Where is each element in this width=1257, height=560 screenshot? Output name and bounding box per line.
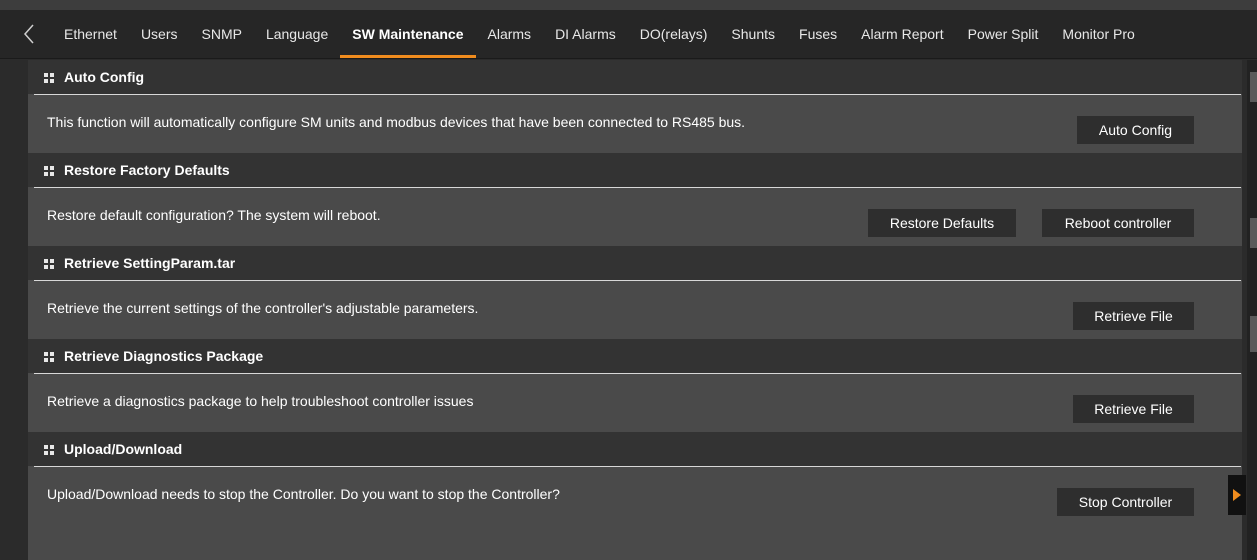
tab-users[interactable]: Users: [129, 10, 190, 58]
tab-monitor-pro[interactable]: Monitor Pro: [1050, 10, 1146, 58]
maintenance-panel: Auto Config This function will automatic…: [28, 60, 1242, 560]
reboot-controller-button[interactable]: Reboot controller: [1042, 209, 1194, 237]
restore-defaults-button[interactable]: Restore Defaults: [868, 209, 1016, 237]
tab-fuses[interactable]: Fuses: [787, 10, 849, 58]
tab-ethernet[interactable]: Ethernet: [52, 10, 129, 58]
grip-icon: [44, 444, 54, 455]
tab-language[interactable]: Language: [254, 10, 340, 58]
tab-snmp[interactable]: SNMP: [190, 10, 254, 58]
section-header: Auto Config: [28, 60, 1242, 94]
section-header: Retrieve Diagnostics Package: [28, 339, 1242, 373]
section-body: Upload/Download needs to stop the Contro…: [34, 466, 1241, 525]
section-header: Upload/Download: [28, 432, 1242, 466]
section-title: Auto Config: [64, 69, 145, 85]
grip-icon: [44, 165, 54, 176]
section-title: Retrieve Diagnostics Package: [64, 348, 264, 364]
retrieve-diagnostics-button[interactable]: Retrieve File: [1073, 395, 1194, 423]
section-description: Restore default configuration? The syste…: [47, 207, 381, 223]
section-body: Retrieve a diagnostics package to help t…: [34, 373, 1241, 432]
section-auto-config: Auto Config This function will automatic…: [28, 60, 1242, 153]
section-description: Retrieve the current settings of the con…: [47, 300, 479, 316]
section-header: Retrieve SettingParam.tar: [28, 246, 1242, 280]
section-retrieve-diagnostics: Retrieve Diagnostics Package Retrieve a …: [28, 339, 1242, 432]
grip-icon: [44, 72, 54, 83]
grip-icon: [44, 258, 54, 269]
section-title: Retrieve SettingParam.tar: [64, 255, 236, 271]
auto-config-button[interactable]: Auto Config: [1077, 116, 1194, 144]
section-description: Retrieve a diagnostics package to help t…: [47, 393, 474, 409]
rail-block: [1250, 72, 1257, 102]
tab-shunts[interactable]: Shunts: [719, 10, 787, 58]
rail-block: [1250, 218, 1257, 248]
tab-sw-maintenance[interactable]: SW Maintenance: [340, 10, 476, 58]
top-strip: [0, 0, 1257, 10]
retrieve-settings-button[interactable]: Retrieve File: [1073, 302, 1194, 330]
stop-controller-button[interactable]: Stop Controller: [1057, 488, 1194, 516]
section-body: This function will automatically configu…: [34, 94, 1241, 153]
section-restore-defaults: Restore Factory Defaults Restore default…: [28, 153, 1242, 246]
section-retrieve-settings: Retrieve SettingParam.tar Retrieve the c…: [28, 246, 1242, 339]
triangle-right-icon[interactable]: [1228, 475, 1246, 515]
section-title: Restore Factory Defaults: [64, 162, 230, 178]
tab-alarms[interactable]: Alarms: [476, 10, 544, 58]
section-body: Retrieve the current settings of the con…: [34, 280, 1241, 339]
tab-bar: Ethernet Users SNMP Language SW Maintena…: [0, 10, 1257, 59]
tab-list: Ethernet Users SNMP Language SW Maintena…: [52, 10, 1147, 58]
right-rail: [1247, 60, 1257, 560]
grip-icon: [44, 351, 54, 362]
left-gutter: [0, 60, 28, 560]
tab-power-split[interactable]: Power Split: [956, 10, 1051, 58]
tab-di-alarms[interactable]: DI Alarms: [543, 10, 628, 58]
section-title: Upload/Download: [64, 441, 183, 457]
tab-do-relays[interactable]: DO(relays): [628, 10, 720, 58]
section-description: Upload/Download needs to stop the Contro…: [47, 486, 560, 502]
section-header: Restore Factory Defaults: [28, 153, 1242, 187]
section-body: Restore default configuration? The syste…: [34, 187, 1241, 246]
chevron-left-icon[interactable]: [18, 22, 42, 46]
tab-alarm-report[interactable]: Alarm Report: [849, 10, 955, 58]
section-description: This function will automatically configu…: [47, 114, 746, 130]
rail-block: [1250, 316, 1257, 352]
section-upload-download: Upload/Download Upload/Download needs to…: [28, 432, 1242, 525]
